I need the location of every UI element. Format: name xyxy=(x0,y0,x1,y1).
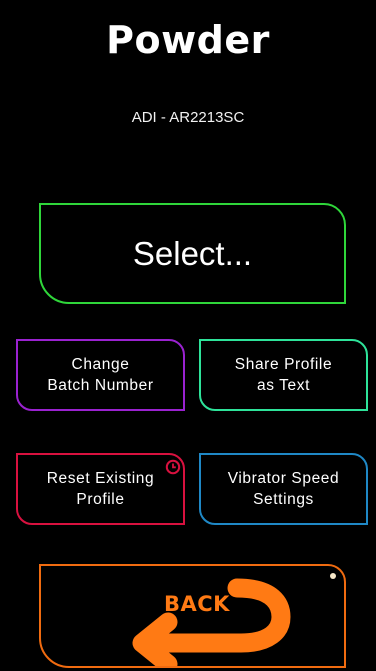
indicator-dot xyxy=(330,573,336,579)
powder-name-subtitle: ADI - AR2213SC xyxy=(131,109,245,126)
share-profile-as-text-button[interactable]: Share Profile as Text xyxy=(199,339,368,411)
back-button[interactable]: BACK xyxy=(39,564,346,668)
select-button-label: Select... xyxy=(132,234,253,272)
page-title: Powder xyxy=(106,18,270,62)
reset-profile-label: Reset Existing Profile xyxy=(46,470,155,508)
reset-existing-profile-button[interactable]: Reset Existing Profile xyxy=(16,453,185,525)
change-batch-number-label: Change Batch Number xyxy=(47,356,154,394)
change-batch-number-button[interactable]: Change Batch Number xyxy=(16,339,185,411)
back-button-label: BACK xyxy=(164,592,230,616)
select-button[interactable]: Select... xyxy=(39,203,346,304)
share-profile-label: Share Profile as Text xyxy=(234,356,333,394)
clock-icon xyxy=(165,459,181,475)
vibrator-speed-settings-button[interactable]: Vibrator Speed Settings xyxy=(199,453,368,525)
vibrator-speed-label: Vibrator Speed Settings xyxy=(227,470,340,508)
back-arrow-icon xyxy=(132,578,291,666)
